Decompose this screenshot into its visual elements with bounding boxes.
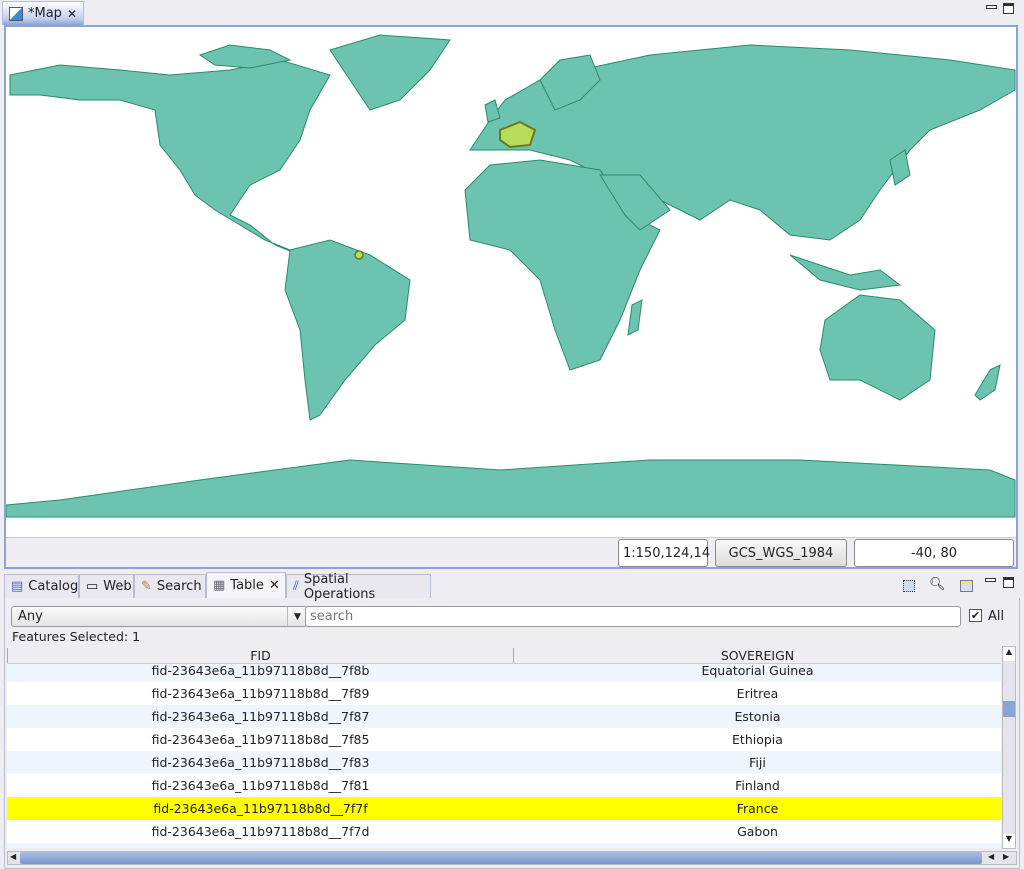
tab-search[interactable]: ✎ Search (134, 574, 206, 598)
indonesia (789, 254, 902, 291)
scroll-up-icon[interactable]: ▲ (1003, 647, 1015, 661)
table-row[interactable]: fid-23643e6a_11b97118b8d__7f85 Ethiopia (7, 728, 1001, 751)
cell-fid: fid-23643e6a_11b97118b8d__7f8b (151, 664, 370, 678)
table-row[interactable]: fid-23643e6a_11b97118b8d__7f7d Gabon (7, 820, 1001, 843)
greenland (329, 34, 451, 111)
filter-value: Any (18, 609, 43, 624)
zoom-selection-icon[interactable]: 🔍︎ (929, 577, 946, 592)
column-header-sovereign[interactable]: SOVEREIGN (514, 648, 1001, 663)
all-label: All (988, 609, 1005, 624)
scale-field[interactable]: 1:150,124,14 (618, 539, 710, 567)
close-icon[interactable]: ✕ (269, 578, 280, 593)
tab-table[interactable]: ▦ Table ✕ (206, 572, 286, 598)
tab-map[interactable]: *Map ✕ (2, 1, 84, 25)
tab-label: Table (230, 578, 264, 593)
tab-web[interactable]: ▭ Web (79, 574, 134, 598)
cell-sovereign: Eritrea (736, 686, 779, 701)
select-icon[interactable] (903, 580, 915, 592)
search-icon: ✎ (141, 579, 152, 594)
cell-fid: fid-23643e6a_11b97118b8d__7f87 (151, 709, 370, 724)
attribute-filter-dropdown[interactable]: Any ▼ (11, 606, 308, 627)
cell-sovereign: France (736, 801, 779, 816)
south-america (284, 239, 411, 421)
all-checkbox[interactable]: ✔ (969, 609, 982, 622)
table-row[interactable]: fid-23643e6a_11b97118b8d__7f81 Finland (7, 774, 1001, 797)
north-america (9, 59, 331, 256)
cell-fid (7, 843, 514, 848)
tab-label: Catalog (28, 579, 79, 594)
britain (484, 99, 501, 123)
minimize-button[interactable] (986, 5, 997, 9)
table-row[interactable]: fid-23643e6a_11b97118b8d__7f7f France (7, 797, 1001, 820)
cell-fid: fid-23643e6a_11b97118b8d__7f7d (151, 824, 370, 839)
minimize-button[interactable] (985, 578, 996, 582)
search-input[interactable] (305, 606, 961, 627)
scroll-down-icon[interactable]: ▼ (1003, 834, 1015, 848)
cell-sovereign: Fiji (749, 755, 766, 770)
cell-sovereign: Estonia (734, 709, 781, 724)
status-bar: 1:150,124,14 GCS_WGS_1984 -40, 80 (6, 537, 1016, 567)
table-body: fid-23643e6a_11b97118b8d__7f8b Equatorial… (7, 664, 1001, 848)
table-row[interactable]: fid-23643e6a_11b97118b8d__7f89 Eritrea (7, 682, 1001, 705)
maximize-button[interactable] (1003, 3, 1014, 14)
tab-spatial-operations[interactable]: ⫽ Spatial Operations (286, 572, 431, 602)
scroll-thumb[interactable] (1003, 701, 1015, 717)
table-panel: Any ▼ ✔ All Features Selected: 1 FID SOVE… (4, 598, 1020, 869)
table-icon: ▦ (213, 578, 226, 593)
coordinates-field: -40, 80 (854, 539, 1014, 567)
tab-catalog[interactable]: ▤ Catalog (4, 574, 79, 598)
tab-label: Web (103, 579, 132, 594)
cell-fid: fid-23643e6a_11b97118b8d__7f89 (151, 686, 370, 701)
tab-label: Spatial Operations (303, 571, 376, 602)
table-row[interactable] (7, 843, 1001, 848)
cell-sovereign: Ethiopia (732, 732, 783, 747)
antarctica (6, 459, 1016, 518)
cell-sovereign: Finland (735, 778, 780, 793)
close-icon[interactable]: ✕ (67, 7, 77, 21)
features-selected-label: Features Selected: 1 (12, 629, 141, 644)
cell-sovereign (514, 843, 1001, 848)
cell-fid: fid-23643e6a_11b97118b8d__7f7f (153, 801, 368, 816)
madagascar (627, 299, 643, 336)
french-guiana-selected[interactable] (354, 250, 364, 260)
cell-fid: fid-23643e6a_11b97118b8d__7f81 (151, 778, 370, 793)
world-map[interactable] (6, 27, 1016, 519)
cell-fid: fid-23643e6a_11b97118b8d__7f83 (151, 755, 370, 770)
web-icon: ▭ (86, 579, 99, 594)
tab-label: *Map (28, 6, 62, 21)
spatial-ops-icon: ⫽ (293, 579, 299, 594)
scroll-left-icon[interactable]: ◀ (988, 852, 994, 861)
catalog-icon: ▤ (11, 579, 24, 594)
scroll-right-icon[interactable]: ▶ (1003, 852, 1009, 861)
scroll-left-icon[interactable]: ◀ (10, 852, 16, 861)
crs-button[interactable]: GCS_WGS_1984 (715, 539, 847, 567)
vertical-scrollbar[interactable]: ▲ ▼ (1002, 646, 1016, 849)
horizontal-scrollbar[interactable]: ◀ ◀ ▶ (7, 851, 1017, 865)
tab-label: Search (156, 579, 202, 594)
chevron-down-icon: ▼ (287, 607, 307, 626)
table-row[interactable]: fid-23643e6a_11b97118b8d__7f8b Equatorial… (7, 664, 1001, 682)
table-header: FID SOVEREIGN (7, 648, 1001, 664)
cell-sovereign: Equatorial Guinea (701, 664, 814, 678)
map-view[interactable]: 1:150,124,14 GCS_WGS_1984 -40, 80 (4, 25, 1018, 569)
cell-fid: fid-23643e6a_11b97118b8d__7f85 (151, 732, 370, 747)
table-row[interactable]: fid-23643e6a_11b97118b8d__7f83 Fiji (7, 751, 1001, 774)
column-header-fid[interactable]: FID (7, 648, 514, 663)
australia (819, 294, 936, 401)
scroll-thumb[interactable] (20, 852, 982, 864)
cell-sovereign: Gabon (737, 824, 778, 839)
new-zealand (974, 364, 1001, 401)
table-row[interactable]: fid-23643e6a_11b97118b8d__7f87 Estonia (7, 705, 1001, 728)
promote-selection-icon[interactable] (960, 580, 973, 592)
map-icon (9, 6, 23, 21)
maximize-button[interactable] (1003, 577, 1014, 588)
